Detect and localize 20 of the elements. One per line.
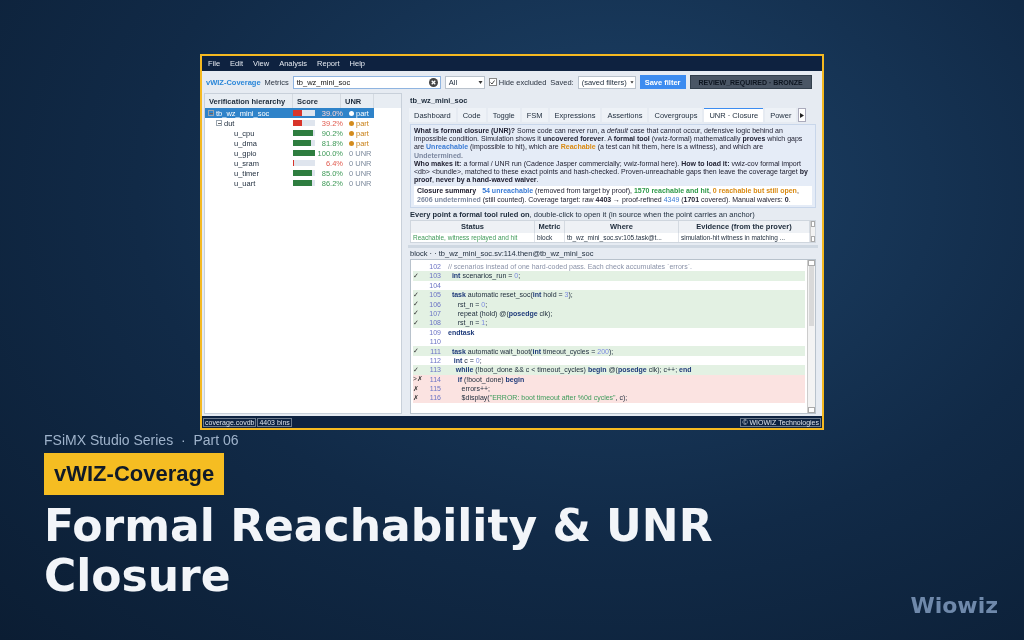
score-bar <box>293 170 315 176</box>
checkbox[interactable] <box>488 78 497 86</box>
collapse-icon[interactable] <box>216 120 222 126</box>
caret-icon[interactable] <box>477 78 483 86</box>
score-bar <box>293 140 315 146</box>
scrollbar[interactable] <box>807 259 815 413</box>
scrollbar[interactable] <box>810 220 815 242</box>
score-bar <box>293 110 315 116</box>
product-badge: vWIZ-Coverage <box>44 453 225 495</box>
score-bar <box>293 160 315 166</box>
score-bar <box>293 120 315 126</box>
brand-name: Wiowiz <box>910 593 998 618</box>
tab-scroll-icon[interactable] <box>798 108 807 122</box>
caret-icon[interactable] <box>629 78 634 86</box>
series-line: FSiMX Studio Series · Part 06 <box>44 432 239 448</box>
score-bar <box>293 130 315 136</box>
score-bar <box>293 180 315 186</box>
headline: Formal Reachability & UNR Closure <box>44 501 714 601</box>
clear-icon[interactable] <box>428 77 438 87</box>
score-bar <box>293 150 315 156</box>
